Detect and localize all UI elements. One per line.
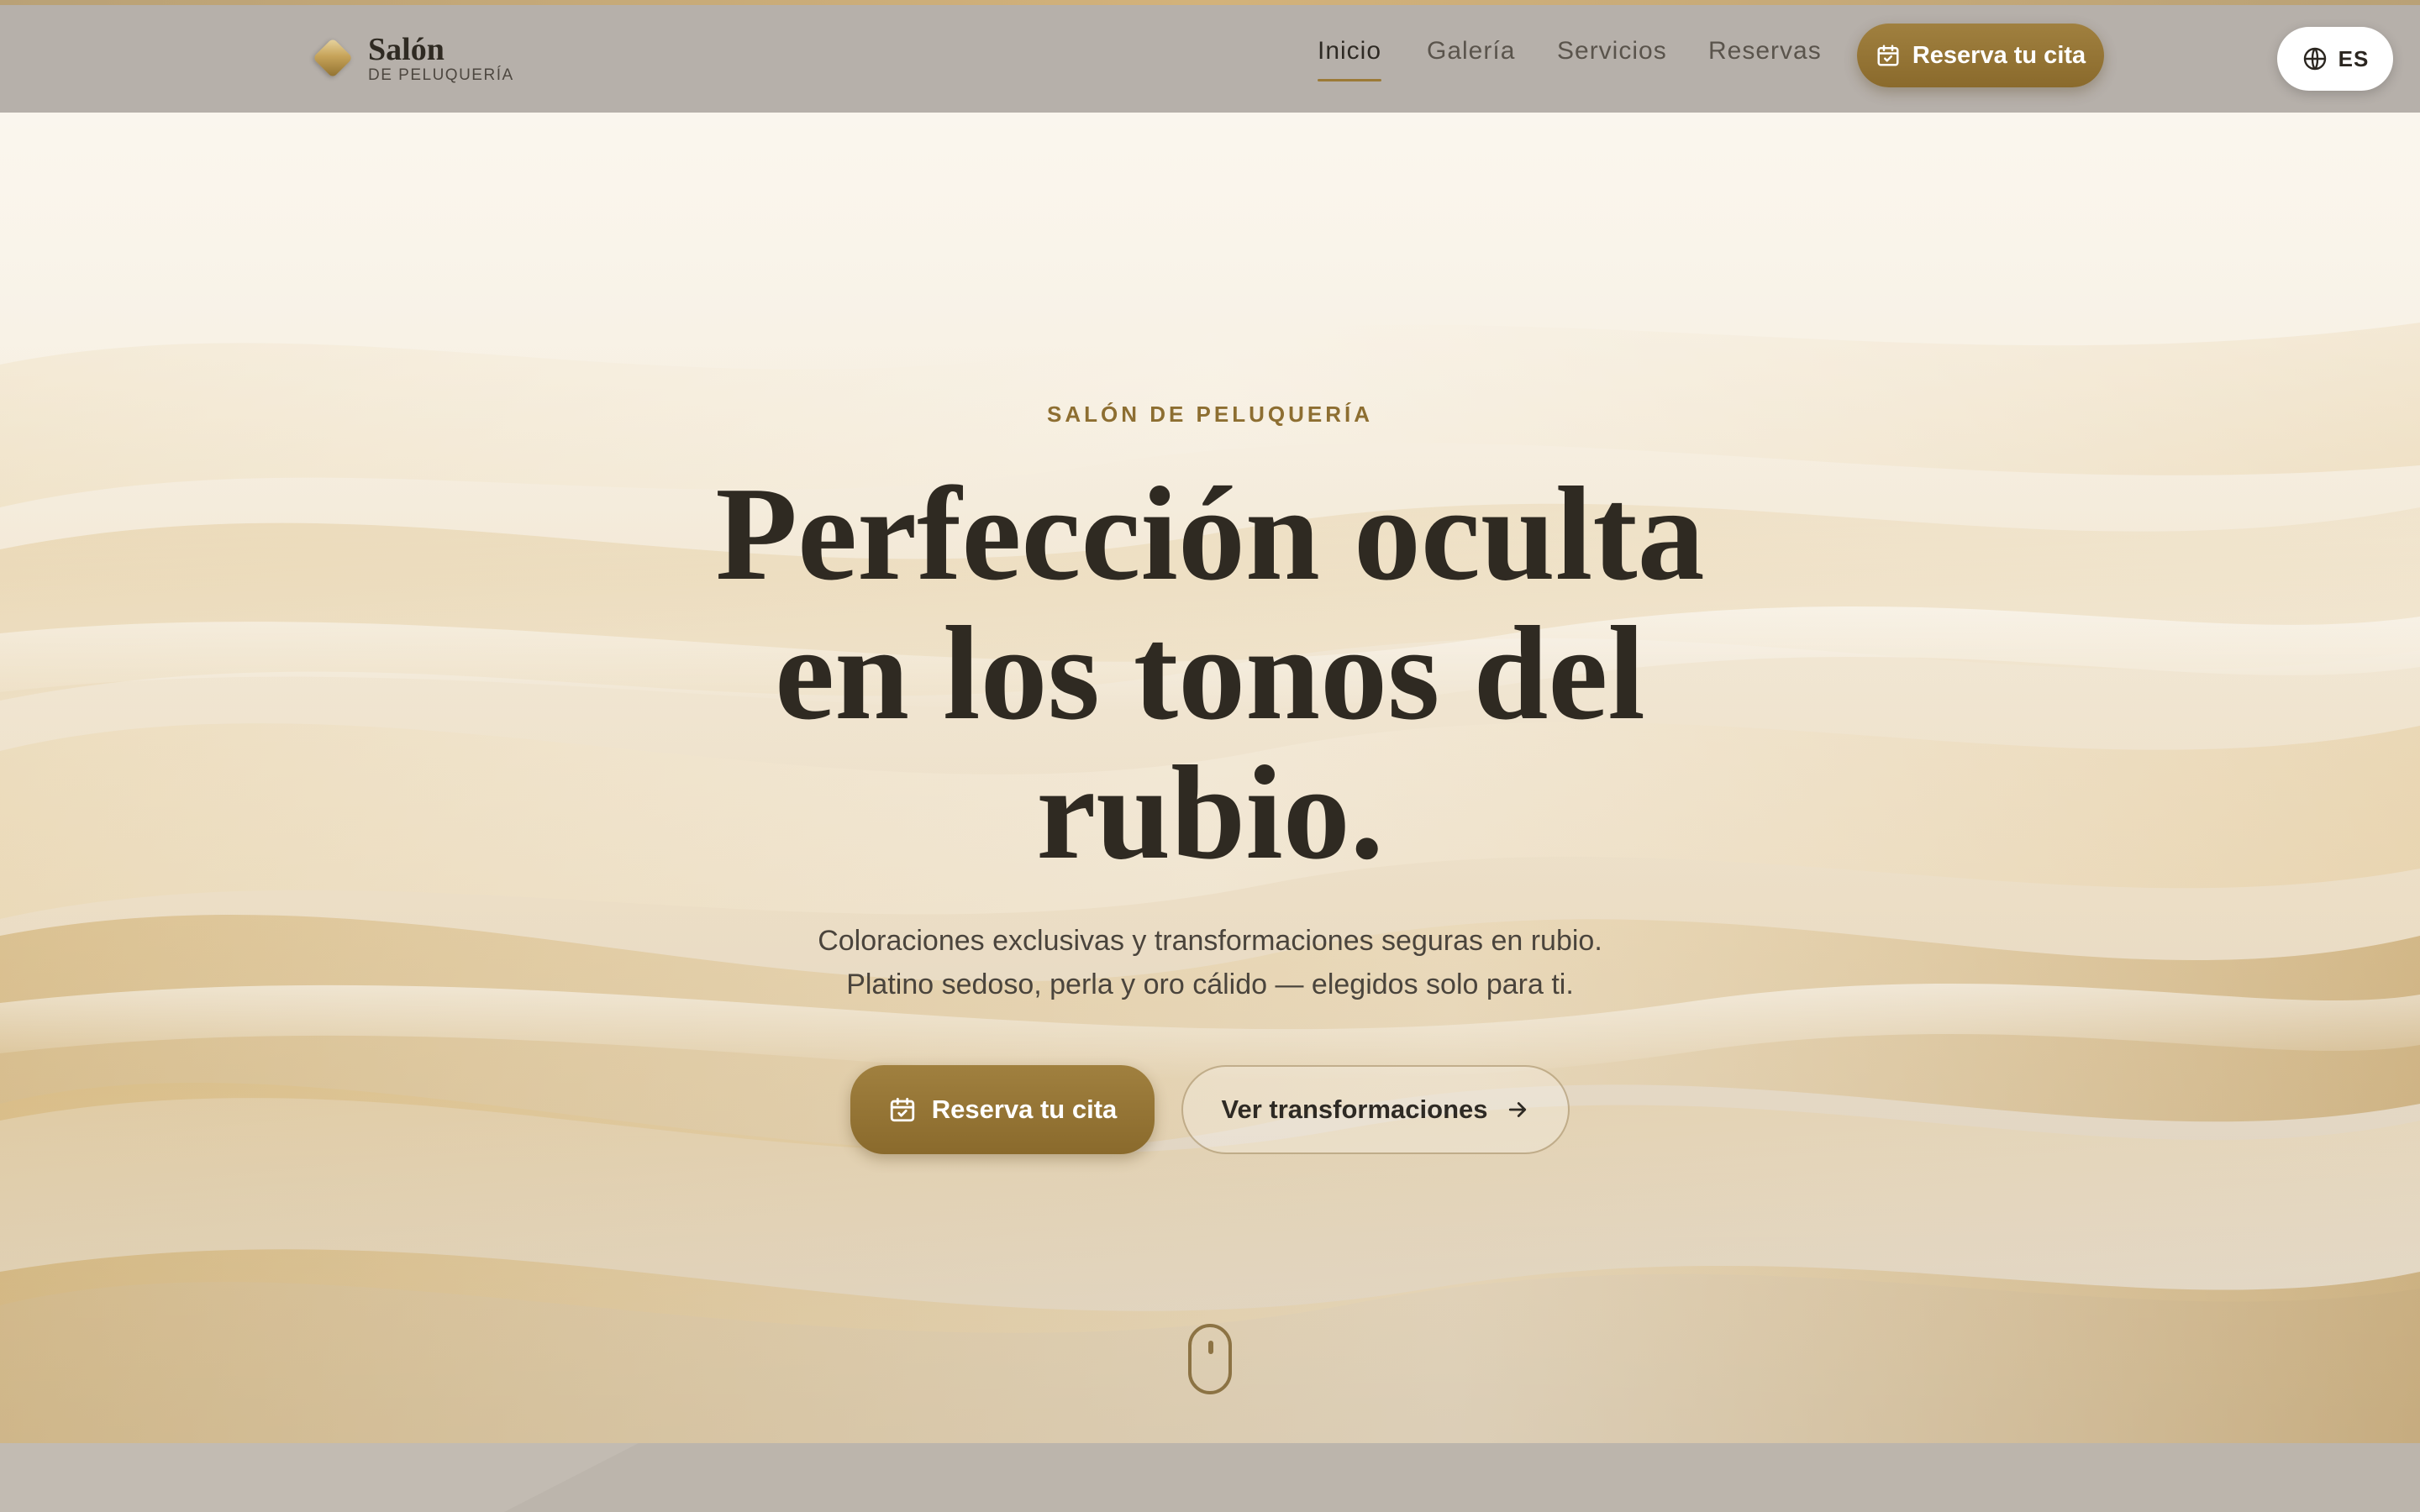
brand-logo[interactable]: Salón DE PELUQUERÍA (311, 29, 514, 87)
active-nav-indicator (1318, 79, 1382, 81)
hero-headline: Perfección oculta en los tonos del rubio… (538, 464, 1882, 882)
subtitle-line: Coloraciones exclusivas y transformacion… (818, 925, 1602, 957)
nav-item-label: Galería (1427, 37, 1516, 65)
top-accent-line (0, 0, 2420, 5)
hero-booking-button[interactable]: Reserva tu cita (850, 1065, 1155, 1154)
nav-item-servicios[interactable]: Servicios (1557, 37, 1667, 66)
header-booking-button[interactable]: Reserva tu cita (1857, 24, 2104, 87)
logo-diamond-icon (311, 36, 355, 80)
headline-line: en los tonos del (775, 598, 1645, 748)
next-section-peek (0, 1443, 2420, 1512)
language-code: ES (2338, 45, 2370, 71)
nav-item-label: Servicios (1557, 37, 1667, 65)
hero-section: SALÓN DE PELUQUERÍA Perfección oculta en… (0, 113, 2420, 1443)
nav-item-inicio[interactable]: Inicio (1318, 37, 1382, 81)
hero-subtitle: Coloraciones exclusivas y transformacion… (538, 919, 1882, 1006)
band-decoration (504, 1443, 2420, 1512)
headline-line: rubio. (1036, 738, 1384, 887)
subtitle-line: Platino sedoso, perla y oro cálido — ele… (846, 969, 1574, 1000)
hero-eyebrow: SALÓN DE PELUQUERÍA (1046, 402, 1374, 427)
site-header: Salón DE PELUQUERÍA Inicio Galería Servi… (0, 0, 2420, 113)
header-booking-label: Reserva tu cita (1912, 41, 2086, 69)
view-transformations-button[interactable]: Ver transformaciones (1181, 1065, 1570, 1154)
nav-item-label: Reservas (1708, 37, 1822, 65)
globe-icon (2303, 47, 2326, 71)
arrow-right-icon (1508, 1102, 1526, 1117)
nav-item-label: Inicio (1318, 37, 1382, 65)
headline-line: Perfección oculta (715, 459, 1705, 608)
mouse-scroll-icon[interactable] (1188, 1324, 1232, 1394)
mouse-wheel (1208, 1341, 1213, 1354)
brand-subtitle: DE PELUQUERÍA (368, 66, 514, 84)
hero-booking-label: Reserva tu cita (931, 1095, 1118, 1124)
main-nav: Inicio Galería Servicios Reservas (1318, 37, 1839, 81)
calendar-check-icon (890, 1097, 914, 1122)
view-transformations-label: Ver transformaciones (1221, 1095, 1488, 1124)
brand-title: Salón (368, 31, 445, 67)
language-switcher[interactable]: ES (2277, 27, 2393, 91)
calendar-check-icon (1877, 45, 1899, 66)
nav-item-galeria[interactable]: Galería (1427, 37, 1515, 66)
nav-item-reservas[interactable]: Reservas (1708, 37, 1822, 66)
